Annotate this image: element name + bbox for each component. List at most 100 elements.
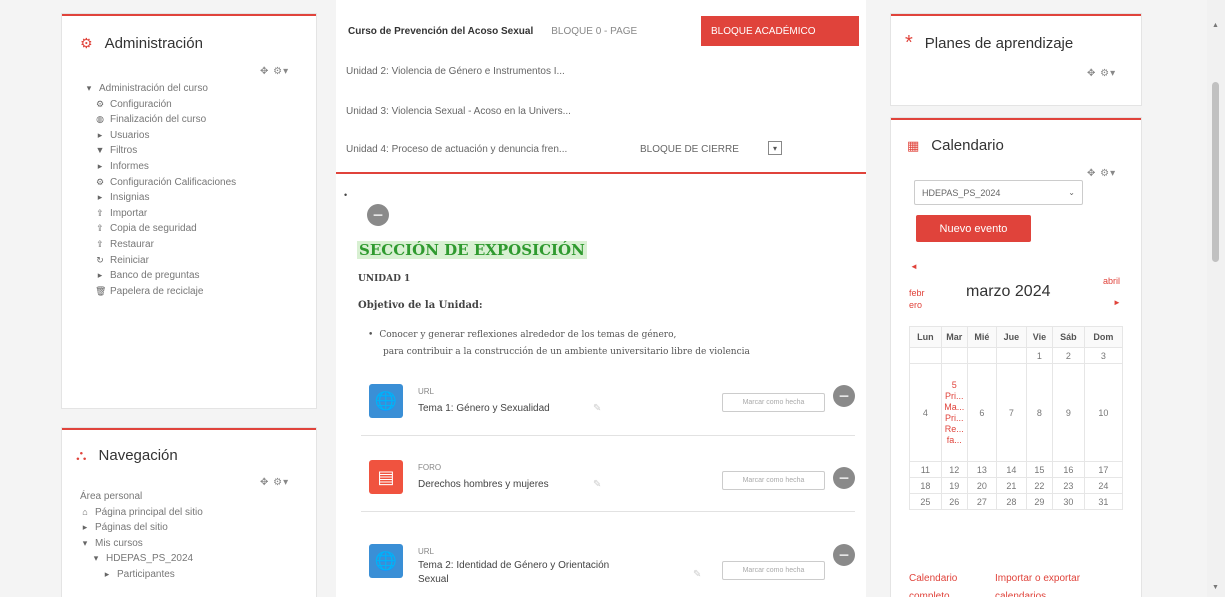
calendar-day[interactable]: 10: [1083, 363, 1124, 462]
calendar-day[interactable]: 20: [966, 477, 997, 494]
activity-forum[interactable]: ▤ FORO Derechos hombres y mujeres ✎ Marc…: [361, 452, 855, 512]
calendar-day[interactable]: 6: [966, 363, 997, 462]
dropdown-toggle-icon[interactable]: ▾: [768, 141, 782, 155]
page-scrollbar[interactable]: ▲ ▼: [1207, 0, 1225, 597]
calendar-icon: ▦: [907, 137, 920, 153]
unit-4-link[interactable]: Unidad 4: Proceso de actuación y denunci…: [346, 144, 567, 155]
mark-done-button[interactable]: Marcar como hecha: [722, 393, 825, 412]
admin-item[interactable]: ⚙ Configuración: [84, 97, 309, 113]
admin-item[interactable]: ▾ Administración del curso: [84, 81, 309, 97]
navigation-controls[interactable]: ✥ ⚙▾: [260, 477, 289, 488]
collapse-section-button[interactable]: −: [367, 204, 389, 226]
edit-pencil-icon[interactable]: ✎: [593, 403, 601, 414]
calendar-day-with-events[interactable]: 5 Pri... Ma... Pri... Re... fa...: [940, 363, 968, 462]
edit-pencil-icon[interactable]: ✎: [593, 479, 601, 490]
next-month-link[interactable]: abril: [1103, 276, 1120, 286]
calendar-day[interactable]: 9: [1051, 363, 1085, 462]
calendar-day[interactable]: 21: [995, 477, 1027, 494]
calendar-day[interactable]: 2: [1051, 347, 1085, 364]
navigation-block: ⛬ Navegación ✥ ⚙▾ Área personal ⌂ Página p…: [62, 428, 316, 597]
tab-bloque-academico[interactable]: BLOQUE ACADÉMICO: [701, 16, 859, 46]
nav-item[interactable]: ▾ HDEPAS_PS_2024: [80, 551, 305, 567]
tab-bloque-0[interactable]: BLOQUE 0 - PAGE: [551, 26, 637, 37]
import-export-link[interactable]: Importar o exportar calendarios: [995, 570, 1115, 597]
new-event-button[interactable]: Nuevo evento: [916, 215, 1031, 242]
calendar-day[interactable]: 7: [995, 363, 1027, 462]
nav-item[interactable]: ▾ Mis cursos: [80, 536, 305, 552]
mark-done-button[interactable]: Marcar como hecha: [722, 471, 825, 490]
nav-item[interactable]: Área personal: [80, 489, 305, 505]
calendar-day[interactable]: 11: [909, 461, 942, 478]
nav-item-icon: ▾: [82, 537, 88, 548]
calendar-day[interactable]: 17: [1083, 461, 1124, 478]
calendar-day[interactable]: 1: [1025, 347, 1053, 364]
unit-2-link[interactable]: Unidad 2: Violencia de Género e Instrume…: [346, 66, 565, 77]
url-globe-icon: 🌐: [369, 384, 403, 418]
activity-name[interactable]: Derechos hombres y mujeres: [418, 479, 549, 490]
mark-done-button[interactable]: Marcar como hecha: [722, 561, 825, 580]
next-month-arrow-icon[interactable]: ►: [1113, 298, 1121, 307]
calendar-day[interactable]: 31: [1083, 493, 1124, 510]
admin-item[interactable]: ⚙ Configuración Calificaciones: [84, 175, 309, 191]
nav-item[interactable]: ▸ Participantes: [80, 567, 305, 583]
calendar-day[interactable]: 14: [995, 461, 1027, 478]
admin-item[interactable]: 🗑 Papelera de reciclaje: [84, 284, 309, 300]
calendar-day[interactable]: 23: [1051, 477, 1085, 494]
course-name-tab[interactable]: Curso de Prevención del Acoso Sexual: [348, 26, 533, 37]
calendar-day[interactable]: 15: [1025, 461, 1053, 478]
calendar-day[interactable]: 30: [1051, 493, 1085, 510]
tab-bloque-cierre[interactable]: BLOQUE DE CIERRE: [640, 144, 739, 155]
calendar-day[interactable]: 3: [1083, 347, 1124, 364]
calendar-day[interactable]: 25: [909, 493, 942, 510]
admin-item[interactable]: ⇪ Copia de seguridad: [84, 221, 309, 237]
admin-item[interactable]: ▸ Usuarios: [84, 128, 309, 144]
scroll-up-icon[interactable]: ▲: [1212, 22, 1219, 29]
admin-item[interactable]: ⇪ Restaurar: [84, 237, 309, 253]
calendar-day[interactable]: 28: [995, 493, 1027, 510]
calendar-week-row: 18 19 20 21 22 23 24: [909, 477, 1124, 494]
edit-pencil-icon[interactable]: ✎: [693, 569, 701, 580]
activity-name[interactable]: Tema 2: Identidad de Género y Orientació…: [418, 559, 609, 587]
administration-tree: ▾ Administración del curso ⚙ Configuración ◍…: [84, 81, 309, 299]
admin-item[interactable]: ▸ Informes: [84, 159, 309, 175]
nav-item[interactable]: ⌂ Página principal del sitio: [80, 505, 305, 521]
admin-item[interactable]: ⇪ Importar: [84, 206, 309, 222]
prev-month-arrow-icon[interactable]: ◄: [910, 262, 918, 271]
prev-month-link[interactable]: febr ero: [909, 287, 925, 311]
calendar-day[interactable]: 27: [966, 493, 997, 510]
admin-item[interactable]: ↻ Reiniciar: [84, 253, 309, 269]
admin-item-icon: ▸: [97, 160, 103, 171]
admin-item[interactable]: ▼ Filtros: [84, 143, 309, 159]
admin-item[interactable]: ◍ Finalización del curso: [84, 112, 309, 128]
admin-item-icon: ▸: [97, 270, 103, 281]
calendar-day[interactable]: 24: [1083, 477, 1124, 494]
remove-activity-1-button[interactable]: −: [833, 385, 855, 407]
admin-item[interactable]: ▸ Insignias: [84, 190, 309, 206]
course-select[interactable]: HDEPAS_PS_2024 ⌄: [914, 180, 1083, 205]
calendar-day[interactable]: 26: [940, 493, 968, 510]
remove-activity-2-button[interactable]: −: [833, 467, 855, 489]
calendar-day[interactable]: 29: [1025, 493, 1053, 510]
calendar-day[interactable]: 22: [1025, 477, 1053, 494]
activity-name[interactable]: Tema 1: Género y Sexualidad: [418, 403, 550, 414]
calendar-day[interactable]: 12: [940, 461, 968, 478]
calendar-day[interactable]: 16: [1051, 461, 1085, 478]
calendar-day[interactable]: 4: [909, 363, 942, 462]
calendar-controls[interactable]: ✥ ⚙▾: [1087, 168, 1116, 179]
calendar-day[interactable]: 8: [1025, 363, 1053, 462]
scrollbar-thumb[interactable]: [1212, 82, 1219, 262]
admin-item-label: Finalización del curso: [110, 114, 207, 126]
unit-3-link[interactable]: Unidad 3: Violencia Sexual - Acoso en la…: [346, 106, 571, 117]
remove-activity-3-button[interactable]: −: [833, 544, 855, 566]
activity-url-1[interactable]: 🌐 URL Tema 1: Género y Sexualidad ✎ Marc…: [361, 376, 855, 436]
admin-item[interactable]: ▸ Banco de preguntas: [84, 268, 309, 284]
calendar-day[interactable]: 18: [909, 477, 942, 494]
nav-item[interactable]: ▸ Páginas del sitio: [80, 520, 305, 536]
scroll-down-icon[interactable]: ▼: [1212, 584, 1219, 591]
calendar-day[interactable]: 13: [966, 461, 997, 478]
full-calendar-link[interactable]: Calendario completo: [909, 570, 979, 597]
calendar-day[interactable]: 19: [940, 477, 968, 494]
activity-url-2[interactable]: 🌐 URL Tema 2: Identidad de Género y Orie…: [361, 536, 855, 596]
administration-controls[interactable]: ✥ ⚙▾: [260, 66, 289, 77]
learning-plans-controls[interactable]: ✥ ⚙▾: [1087, 68, 1116, 79]
